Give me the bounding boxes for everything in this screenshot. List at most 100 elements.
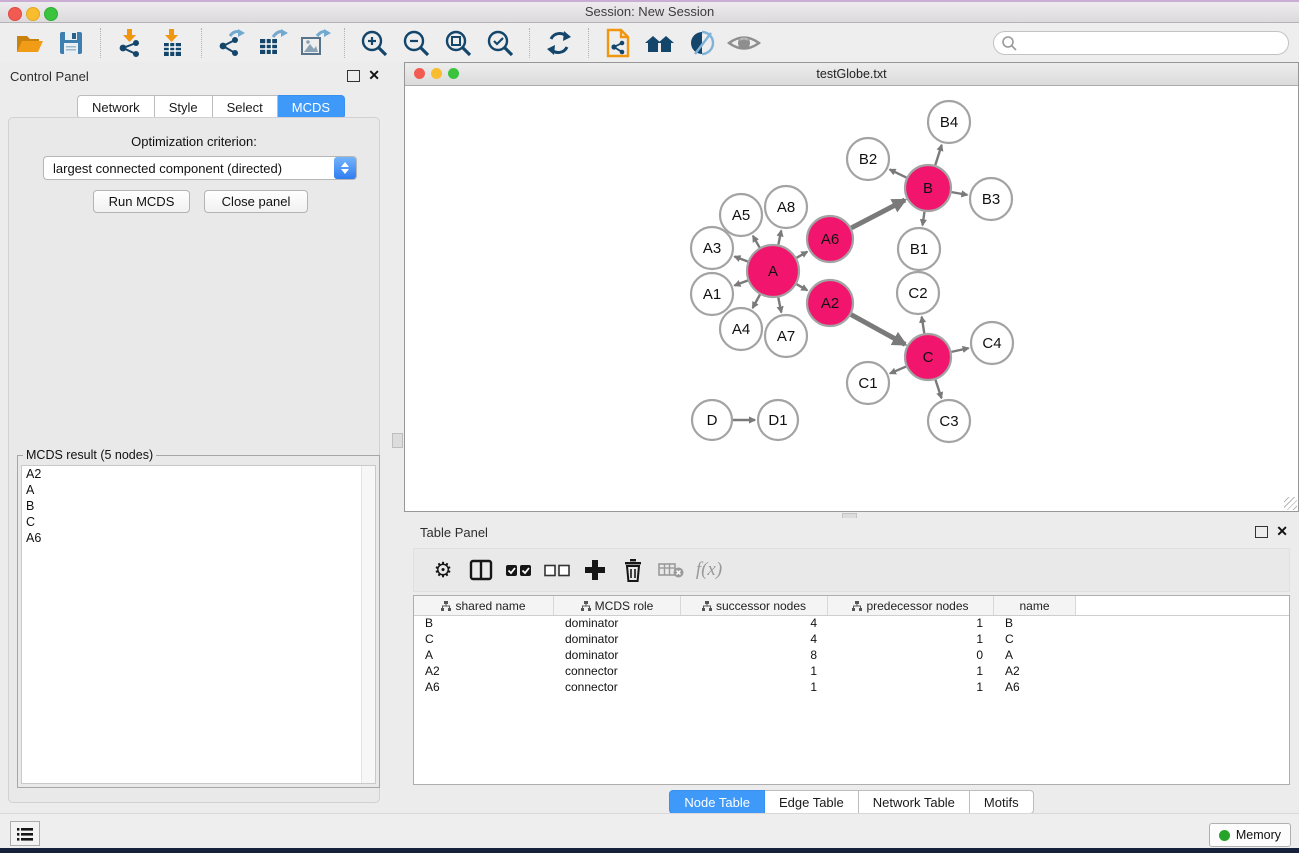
- tab-select[interactable]: Select: [213, 95, 278, 119]
- column-header-MCDS-role[interactable]: MCDS role: [554, 596, 681, 615]
- column-header-shared-name[interactable]: shared name: [414, 596, 554, 615]
- zoom-selected-icon[interactable]: [479, 26, 521, 60]
- zoom-fit-icon[interactable]: [437, 26, 479, 60]
- criterion-dropdown[interactable]: largest connected component (directed): [43, 156, 357, 180]
- export-image-icon[interactable]: [294, 26, 336, 60]
- table-cell[interactable]: 1: [828, 632, 994, 648]
- toggle-style-icon[interactable]: [681, 26, 723, 60]
- network-canvas[interactable]: B4B2BB3A8A5A6A3B1AA1C2A2A4A7C4CC1C3DD1: [405, 86, 1298, 512]
- splitter-grip[interactable]: [392, 433, 403, 448]
- network-canvas-svg[interactable]: B4B2BB3A8A5A6A3B1AA1C2A2A4A7C4CC1C3DD1: [405, 86, 1298, 512]
- tab-edge-table[interactable]: Edge Table: [765, 790, 859, 814]
- close-panel-button[interactable]: Close panel: [204, 190, 308, 213]
- deselect-all-icon[interactable]: [538, 552, 576, 588]
- table-cell[interactable]: 4: [681, 632, 828, 648]
- zoom-out-icon[interactable]: [395, 26, 437, 60]
- run-mcds-button[interactable]: Run MCDS: [93, 190, 190, 213]
- graph-edge-C-C4[interactable]: [951, 348, 968, 352]
- show-columns-icon[interactable]: [462, 552, 500, 588]
- window-resize-grip[interactable]: [1284, 497, 1297, 510]
- open-session-icon[interactable]: [8, 26, 50, 60]
- table-cell[interactable]: 1: [828, 680, 994, 696]
- graph-edge-A-A4[interactable]: [753, 295, 760, 308]
- column-header-predecessor-nodes[interactable]: predecessor nodes: [828, 596, 994, 615]
- table-cell[interactable]: connector: [554, 680, 681, 696]
- show-hide-icon[interactable]: [723, 26, 765, 60]
- save-session-icon[interactable]: [50, 26, 92, 60]
- table-cell[interactable]: A2: [414, 664, 554, 680]
- table-cell[interactable]: 1: [828, 664, 994, 680]
- float-panel-icon[interactable]: [1255, 526, 1268, 538]
- import-table-icon[interactable]: [151, 26, 193, 60]
- graph-edge-B-B2[interactable]: [890, 169, 907, 177]
- table-cell[interactable]: 1: [681, 680, 828, 696]
- tab-node-table[interactable]: Node Table: [669, 790, 765, 814]
- table-cell[interactable]: B: [414, 616, 554, 632]
- delete-column-icon[interactable]: [614, 552, 652, 588]
- import-network-icon[interactable]: [109, 26, 151, 60]
- tab-mcds[interactable]: MCDS: [278, 95, 345, 119]
- search-input[interactable]: [1019, 34, 1288, 52]
- tab-network-table[interactable]: Network Table: [859, 790, 970, 814]
- table-cell[interactable]: 4: [681, 616, 828, 632]
- table-cell[interactable]: dominator: [554, 632, 681, 648]
- table-cell[interactable]: A6: [414, 680, 554, 696]
- table-cell[interactable]: C: [994, 632, 1076, 648]
- float-panel-icon[interactable]: [347, 70, 360, 82]
- graph-edge-C-C1[interactable]: [890, 367, 906, 374]
- mcds-result-list[interactable]: A2ABCA6: [21, 465, 376, 784]
- mcds-result-item[interactable]: A2: [22, 466, 375, 482]
- graph-edge-B-B3[interactable]: [952, 192, 968, 195]
- mcds-result-item[interactable]: A6: [22, 530, 375, 546]
- graph-edge-A-A8[interactable]: [778, 231, 781, 245]
- tab-style[interactable]: Style: [155, 95, 213, 119]
- table-cell[interactable]: dominator: [554, 648, 681, 664]
- task-history-button[interactable]: [10, 821, 40, 846]
- graph-edge-A-A2[interactable]: [797, 284, 808, 290]
- table-cell[interactable]: 8: [681, 648, 828, 664]
- select-all-icon[interactable]: [500, 552, 538, 588]
- network-window-titlebar[interactable]: testGlobe.txt: [405, 63, 1298, 86]
- table-cell[interactable]: 0: [828, 648, 994, 664]
- graph-edge-C-C3[interactable]: [935, 380, 941, 398]
- close-panel-icon[interactable]: ✕: [368, 67, 380, 84]
- graph-edge-A-A7[interactable]: [778, 297, 781, 312]
- table-cell[interactable]: 1: [828, 616, 994, 632]
- tab-network[interactable]: Network: [77, 95, 155, 119]
- graph-edge-A-A1[interactable]: [734, 281, 747, 286]
- export-network-icon[interactable]: [210, 26, 252, 60]
- graph-edge-A-A6[interactable]: [797, 252, 808, 258]
- graph-edge-A2-C[interactable]: [851, 315, 905, 345]
- graph-edge-B-B4[interactable]: [935, 145, 941, 165]
- mcds-result-item[interactable]: B: [22, 498, 375, 514]
- delete-table-icon[interactable]: [652, 552, 690, 588]
- table-cell[interactable]: A: [994, 648, 1076, 664]
- graph-edge-A6-B[interactable]: [851, 200, 905, 228]
- new-session-from-file-icon[interactable]: [597, 26, 639, 60]
- export-table-icon[interactable]: [252, 26, 294, 60]
- zoom-in-icon[interactable]: [353, 26, 395, 60]
- graph-edge-C-C2[interactable]: [922, 317, 925, 334]
- mcds-result-item[interactable]: C: [22, 514, 375, 530]
- table-cell[interactable]: 1: [681, 664, 828, 680]
- memory-button[interactable]: Memory: [1209, 823, 1291, 847]
- table-cell[interactable]: connector: [554, 664, 681, 680]
- graph-edge-A-A5[interactable]: [753, 236, 760, 248]
- table-cell[interactable]: C: [414, 632, 554, 648]
- column-header-name[interactable]: name: [994, 596, 1076, 615]
- table-cell[interactable]: A: [414, 648, 554, 664]
- table-settings-icon[interactable]: ⚙: [424, 552, 462, 588]
- add-column-icon[interactable]: [576, 552, 614, 588]
- table-cell[interactable]: B: [994, 616, 1076, 632]
- vertical-splitter[interactable]: [390, 62, 404, 813]
- graph-edge-B-B1[interactable]: [923, 212, 925, 226]
- refresh-icon[interactable]: [538, 26, 580, 60]
- graph-edge-A-A3[interactable]: [734, 256, 747, 261]
- table-cell[interactable]: A2: [994, 664, 1076, 680]
- mcds-list-scrollbar[interactable]: [361, 466, 375, 783]
- column-header-successor-nodes[interactable]: successor nodes: [681, 596, 828, 615]
- tab-motifs[interactable]: Motifs: [970, 790, 1034, 814]
- mcds-result-item[interactable]: A: [22, 482, 375, 498]
- table-cell[interactable]: A6: [994, 680, 1076, 696]
- table-cell[interactable]: dominator: [554, 616, 681, 632]
